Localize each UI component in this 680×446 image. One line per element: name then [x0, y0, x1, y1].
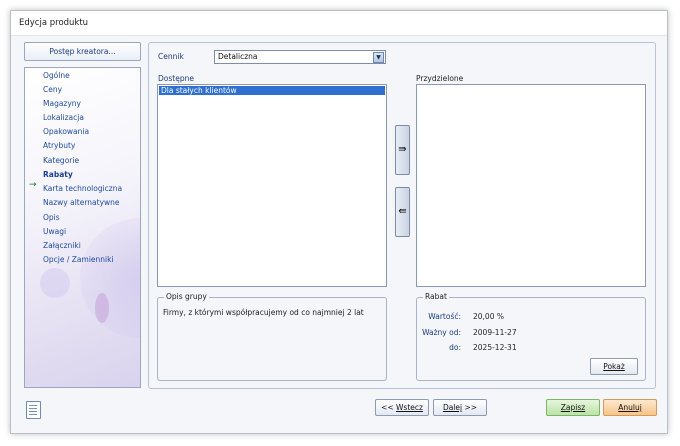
- sidebar-item-opakowania[interactable]: Opakowania: [43, 125, 89, 138]
- sidebar-item-kategorie[interactable]: Kategorie: [43, 154, 79, 167]
- discounts-panel: Cennik Detaliczna ▼ Dostępne Dla stałych…: [148, 42, 656, 389]
- discount-value-label: Wartość:: [428, 312, 461, 321]
- sidebar-item-karta-technologiczna[interactable]: Karta technologiczna: [43, 182, 122, 195]
- sidebar-item-nazwy-alternatywne[interactable]: Nazwy alternatywne: [43, 196, 120, 209]
- sidebar-item-uwagi[interactable]: Uwagi: [43, 225, 66, 238]
- back-prefix: <<: [381, 403, 396, 412]
- show-button[interactable]: Pokaż: [590, 358, 638, 375]
- assigned-list[interactable]: [416, 84, 646, 287]
- title-bar: Edycja produktu: [11, 11, 667, 36]
- wizard-steps-list: → Ogólne Ceny Magazyny Lokalizacja Opako…: [24, 67, 141, 388]
- wizard-sidebar: Postęp kreatora... → Ogólne Ceny Magazyn…: [24, 42, 141, 390]
- discount-value: 20,00 %: [473, 312, 504, 321]
- save-button-label: Zapisz: [560, 403, 586, 412]
- move-left-button[interactable]: ⇚: [395, 187, 410, 237]
- sidebar-item-magazyny[interactable]: Magazyny: [43, 97, 81, 110]
- next-button-label: Dalej: [442, 403, 463, 412]
- arrow-left-icon: ⇚: [398, 206, 407, 217]
- group-description-legend: Opis grupy: [164, 292, 209, 301]
- valid-to-label: do:: [449, 343, 461, 352]
- discount-box: Rabat Wartość: 20,00 % Ważny od: 2009-11…: [416, 292, 646, 381]
- available-label: Dostępne: [158, 74, 194, 83]
- sidebar-item-zalaczniki[interactable]: Załączniki: [43, 239, 81, 252]
- group-description-box: Opis grupy Firmy, z którymi współpracuje…: [157, 292, 387, 381]
- decor-glow: [80, 218, 140, 338]
- sidebar-item-opis[interactable]: Opis: [43, 211, 60, 224]
- cancel-button-label: Anuluj: [618, 403, 642, 412]
- active-step-arrow-icon: →: [29, 180, 37, 190]
- decor-shape: [95, 293, 109, 323]
- move-right-button[interactable]: ⇛: [395, 125, 410, 175]
- valid-to-value: 2025-12-31: [473, 343, 517, 352]
- sidebar-item-opcje-zamienniki[interactable]: Opcje / Zamienniki: [43, 253, 114, 266]
- sidebar-item-ogolne[interactable]: Ogólne: [43, 69, 70, 82]
- sidebar-item-ceny[interactable]: Ceny: [43, 83, 62, 96]
- sidebar-item-atrybuty[interactable]: Atrybuty: [43, 139, 75, 152]
- discount-legend: Rabat: [423, 292, 449, 301]
- back-button[interactable]: << Wstecz: [375, 399, 429, 416]
- show-button-label: Pokaż: [603, 362, 625, 371]
- cennik-label: Cennik: [158, 52, 184, 61]
- assigned-label: Przydzielone: [416, 74, 464, 83]
- sidebar-item-rabaty[interactable]: Rabaty: [43, 168, 73, 181]
- cennik-select[interactable]: Detaliczna ▼: [214, 50, 386, 64]
- product-edit-window: Edycja produktu Postęp kreatora... → Ogó…: [10, 10, 668, 434]
- wizard-progress-button[interactable]: Postęp kreatora...: [24, 42, 141, 61]
- available-list[interactable]: Dla stałych klientów: [157, 84, 387, 287]
- notes-icon[interactable]: [26, 401, 41, 419]
- valid-from-value: 2009-11-27: [473, 328, 517, 337]
- sidebar-item-lokalizacja[interactable]: Lokalizacja: [43, 111, 84, 124]
- back-button-label: Wstecz: [396, 403, 423, 412]
- list-item[interactable]: Dla stałych klientów: [159, 86, 385, 95]
- chevron-down-icon[interactable]: ▼: [373, 52, 384, 63]
- decor-shape: [40, 268, 70, 298]
- group-description-text: Firmy, z którymi współpracujemy od co na…: [163, 308, 364, 317]
- arrow-right-icon: ⇛: [398, 144, 407, 155]
- save-button[interactable]: Zapisz: [546, 399, 600, 416]
- valid-from-label: Ważny od:: [422, 328, 461, 337]
- next-button[interactable]: Dalej >>: [433, 399, 487, 416]
- cancel-button[interactable]: Anuluj: [603, 399, 657, 416]
- window-title: Edycja produktu: [19, 18, 89, 28]
- cennik-select-value: Detaliczna: [218, 52, 258, 61]
- next-suffix: >>: [462, 403, 478, 412]
